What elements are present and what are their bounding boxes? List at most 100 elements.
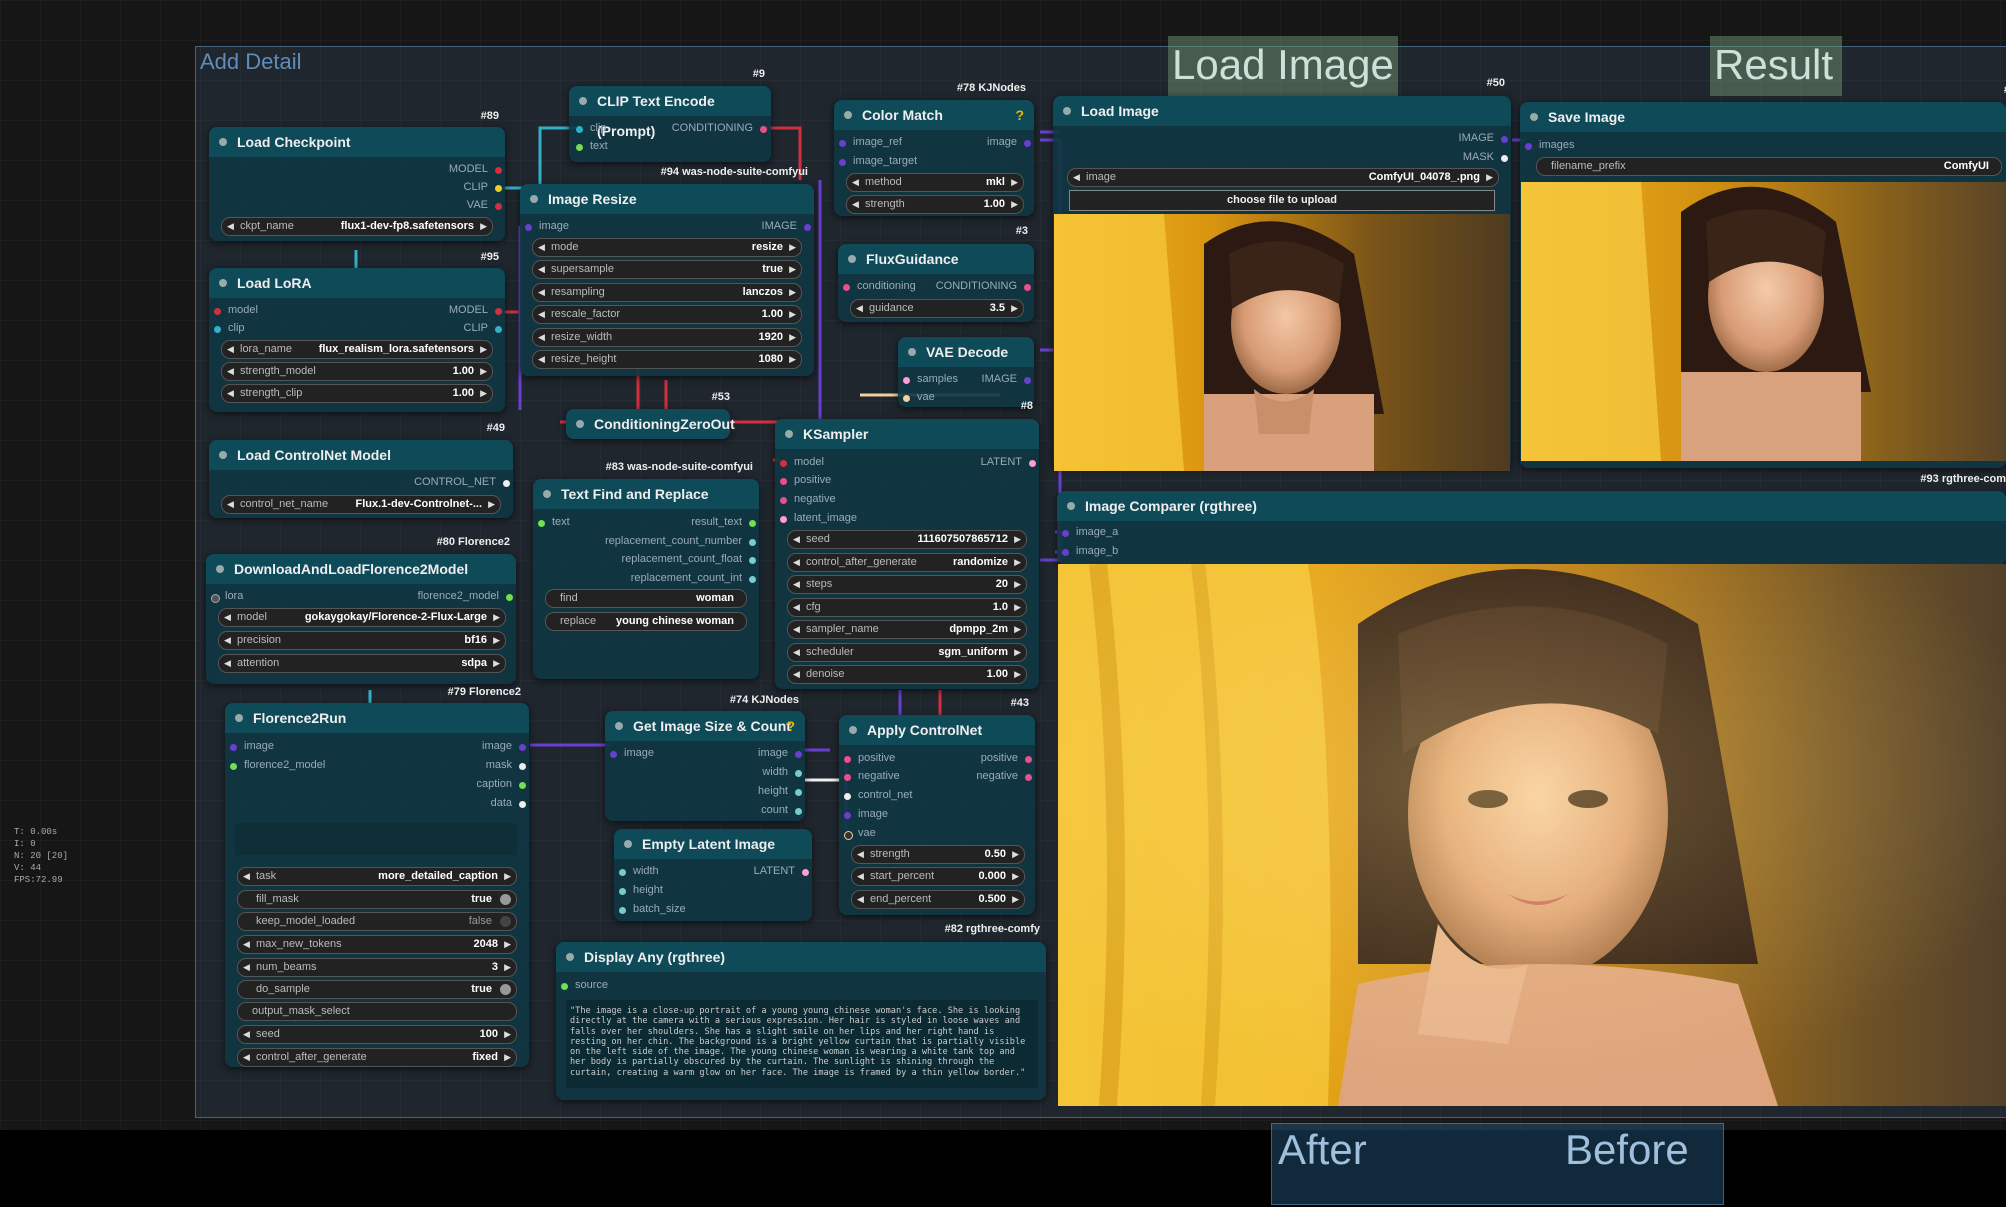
- node-header[interactable]: Image Comparer (rgthree): [1057, 491, 2006, 521]
- node-header[interactable]: Load LoRA: [209, 268, 505, 298]
- node-vae-decode[interactable]: VAE Decode samples vae IMAGE: [898, 337, 1034, 407]
- upload-button[interactable]: choose file to upload: [1069, 190, 1495, 211]
- output-mask[interactable]: MASK: [1463, 151, 1508, 163]
- input-vae[interactable]: vae: [903, 391, 935, 403]
- output-replacement-count-float[interactable]: replacement_count_float: [622, 553, 756, 565]
- output-florence2-model[interactable]: florence2_model: [418, 590, 513, 602]
- num-beams-number[interactable]: ◀ num_beams 3 ▶: [237, 958, 517, 977]
- input-conditioning[interactable]: conditioning: [843, 280, 916, 292]
- collapse-dot[interactable]: [219, 138, 227, 146]
- input-text[interactable]: text: [538, 516, 570, 528]
- input-image[interactable]: image: [525, 220, 569, 232]
- output-image[interactable]: IMAGE: [762, 220, 811, 232]
- input-samples[interactable]: samples: [903, 373, 958, 385]
- rescale-factor-number[interactable]: ◀ rescale_factor 1.00 ▶: [532, 305, 802, 324]
- input-negative[interactable]: negative: [844, 770, 900, 782]
- steps-number[interactable]: ◀ steps 20 ▶: [787, 575, 1027, 594]
- output-model[interactable]: MODEL: [449, 163, 502, 175]
- strength-number[interactable]: ◀ strength 0.50 ▶: [851, 845, 1025, 864]
- resampling-combo[interactable]: ◀ resampling lanczos ▶: [532, 283, 802, 302]
- output-mask[interactable]: mask: [486, 759, 526, 771]
- input-text[interactable]: text: [576, 140, 608, 152]
- node-header[interactable]: Load ControlNet Model: [209, 440, 513, 470]
- output-width[interactable]: width: [762, 766, 802, 778]
- replace-input[interactable]: replace young chinese woman: [545, 612, 747, 631]
- input-image[interactable]: image: [610, 747, 654, 759]
- output-replacement-count-number[interactable]: replacement_count_number: [605, 535, 756, 547]
- node-header[interactable]: CLIP Text Encode (Prompt): [569, 86, 771, 139]
- find-input[interactable]: find woman: [545, 589, 747, 608]
- node-header[interactable]: Color Match?: [834, 100, 1034, 130]
- node-text-find-replace[interactable]: #83 was-node-suite-comfyui Text Find and…: [533, 461, 759, 679]
- lora-name-combo[interactable]: ◀ lora_name flux_realism_lora.safetensors ▶: [221, 340, 493, 359]
- resize-width-number[interactable]: ◀ resize_width 1920 ▶: [532, 328, 802, 347]
- output-count[interactable]: count: [761, 804, 802, 816]
- input-image-a[interactable]: image_a: [1062, 526, 1118, 538]
- node-image-resize[interactable]: #94 was-node-suite-comfyui Image Resize …: [520, 166, 814, 376]
- input-vae[interactable]: vae: [844, 827, 876, 840]
- strength-model-number[interactable]: ◀ strength_model 1.00 ▶: [221, 362, 493, 381]
- image-comparer-preview[interactable]: [1058, 564, 2006, 1106]
- output-conditioning[interactable]: CONDITIONING: [672, 122, 767, 134]
- attention-combo[interactable]: ◀ attention sdpa ▶: [218, 654, 506, 673]
- node-clip-text-encode[interactable]: #9 CLIP Text Encode (Prompt) clip text C…: [569, 68, 771, 162]
- input-height[interactable]: height: [619, 884, 663, 896]
- node-header[interactable]: DownloadAndLoadFlorence2Model: [206, 554, 516, 584]
- help-icon[interactable]: ?: [786, 711, 795, 741]
- image-combo[interactable]: ◀ image ComfyUI_04078_.png ▶: [1067, 168, 1499, 187]
- start-percent-number[interactable]: ◀ start_percent 0.000 ▶: [851, 867, 1025, 886]
- seed-number[interactable]: ◀ seed 100 ▶: [237, 1025, 517, 1044]
- node-ksampler[interactable]: #8 KSampler model positive negative late…: [775, 400, 1039, 689]
- output-image[interactable]: IMAGE: [1459, 132, 1508, 144]
- output-latent[interactable]: LATENT: [754, 865, 809, 877]
- control-net-name-combo[interactable]: ◀ control_net_name Flux.1-dev-Controlnet-.…: [221, 495, 501, 514]
- denoise-number[interactable]: ◀ denoise 1.00 ▶: [787, 665, 1027, 684]
- ckpt-name-combo[interactable]: ◀ ckpt_name flux1-dev-fp8.safetensors ▶: [221, 217, 493, 236]
- node-header[interactable]: KSampler: [775, 419, 1039, 449]
- input-width[interactable]: width: [619, 865, 659, 877]
- output-image[interactable]: image: [987, 136, 1031, 148]
- text-prompt-area[interactable]: [235, 823, 517, 855]
- node-apply-controlnet[interactable]: #43 Apply ControlNet positive negative c…: [839, 697, 1035, 915]
- precision-combo[interactable]: ◀ precision bf16 ▶: [218, 631, 506, 650]
- node-header[interactable]: ConditioningZeroOut: [566, 409, 735, 439]
- input-image-target[interactable]: image_target: [839, 155, 917, 167]
- output-height[interactable]: height: [758, 785, 802, 797]
- help-icon[interactable]: ?: [1015, 100, 1024, 130]
- node-header[interactable]: Empty Latent Image: [614, 829, 812, 859]
- output-image[interactable]: image: [482, 740, 526, 752]
- method-combo[interactable]: ◀ method mkl ▶: [846, 173, 1024, 192]
- input-positive[interactable]: positive: [780, 474, 831, 486]
- model-combo[interactable]: ◀ model gokaygokay/Florence-2-Flux-Large ▶: [218, 608, 506, 627]
- input-negative[interactable]: negative: [780, 493, 836, 505]
- scheduler-combo[interactable]: ◀ scheduler sgm_uniform ▶: [787, 643, 1027, 662]
- mode-combo[interactable]: ◀ mode resize ▶: [532, 238, 802, 257]
- output-control-net[interactable]: CONTROL_NET: [414, 476, 510, 488]
- node-header[interactable]: FluxGuidance: [838, 244, 1034, 274]
- output-positive[interactable]: positive: [981, 752, 1032, 764]
- input-model[interactable]: model: [780, 456, 824, 468]
- input-image-b[interactable]: image_b: [1062, 545, 1118, 557]
- input-batch-size[interactable]: batch_size: [619, 903, 686, 915]
- node-header[interactable]: Apply ControlNet: [839, 715, 1035, 745]
- input-positive[interactable]: positive: [844, 752, 895, 764]
- node-color-match[interactable]: #78 KJNodes Color Match? image_ref image…: [834, 82, 1034, 216]
- node-flux-guidance[interactable]: #3 FluxGuidance conditioning CONDITIONIN…: [838, 225, 1034, 322]
- input-clip[interactable]: clip: [576, 122, 607, 134]
- strength-number[interactable]: ◀ strength 1.00 ▶: [846, 195, 1024, 214]
- input-clip[interactable]: clip: [214, 322, 245, 334]
- output-latent[interactable]: LATENT: [981, 456, 1036, 468]
- input-latent-image[interactable]: latent_image: [780, 512, 857, 524]
- task-combo[interactable]: ◀ task more_detailed_caption ▶: [237, 867, 517, 886]
- output-replacement-count-int[interactable]: replacement_count_int: [631, 572, 756, 584]
- output-result-text[interactable]: result_text: [691, 516, 756, 528]
- control-after-generate-combo[interactable]: ◀ control_after_generate randomize ▶: [787, 553, 1027, 572]
- input-image[interactable]: image: [844, 808, 888, 820]
- resize-height-number[interactable]: ◀ resize_height 1080 ▶: [532, 350, 802, 369]
- input-lora[interactable]: lora: [211, 590, 243, 603]
- node-header[interactable]: Get Image Size & Count?: [605, 711, 805, 741]
- input-image[interactable]: image: [230, 740, 274, 752]
- input-florence2-model[interactable]: florence2_model: [230, 759, 325, 771]
- output-image[interactable]: image: [758, 747, 802, 759]
- node-florence-load[interactable]: #80 Florence2 DownloadAndLoadFlorence2Mo…: [206, 536, 516, 684]
